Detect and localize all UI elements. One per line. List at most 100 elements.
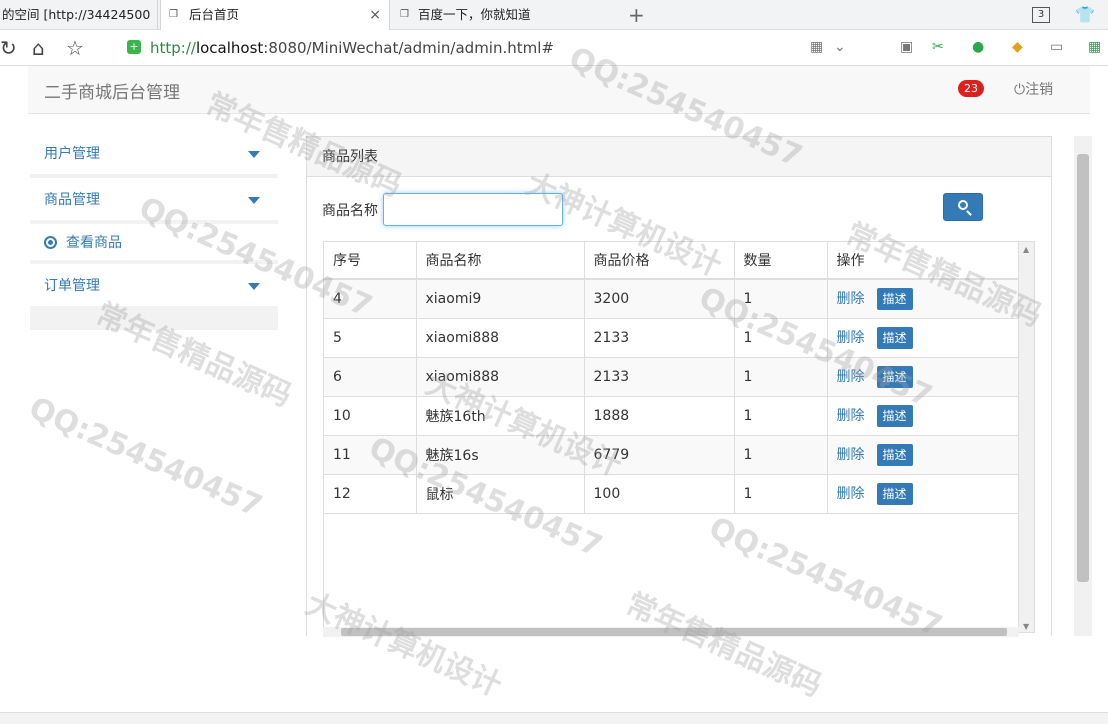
table-row: 10 魅族16th 1888 1 删除 描述 — [324, 396, 1020, 436]
brand-title[interactable]: 二手商城后台管理 — [44, 78, 180, 103]
tab-label: 的空间 [http://34424500 — [2, 7, 151, 22]
cell-qty: 1 — [734, 279, 828, 319]
describe-button[interactable]: 描述 — [876, 326, 913, 349]
table-row: 4 xiaomi9 3200 1 删除 描述 — [324, 279, 1020, 319]
cell-id: 6 — [324, 357, 417, 397]
cell-actions: 删除 描述 — [827, 279, 1020, 319]
cell-price: 2133 — [584, 357, 735, 397]
sidebar-footer — [30, 310, 278, 330]
table-vertical-scrollbar[interactable]: ▲ ▼ — [1018, 242, 1034, 632]
scissors-icon[interactable]: ✂ — [932, 39, 944, 55]
describe-button[interactable]: 描述 — [876, 287, 913, 310]
describe-button[interactable]: 描述 — [876, 404, 913, 427]
search-label: 商品名称 — [322, 203, 378, 219]
delete-link[interactable]: 删除 — [837, 330, 865, 346]
tab-admin-home[interactable]: ❐ 后台首页 × — [160, 0, 390, 30]
column-header[interactable]: 序号 — [324, 242, 417, 280]
page-vertical-scrollbar[interactable] — [1074, 136, 1092, 636]
caret-down-icon — [248, 283, 260, 290]
table-row: 12 鼠标 100 1 删除 描述 — [324, 474, 1020, 514]
tab-qq-space[interactable]: 的空间 [http://34424500 — [0, 0, 158, 30]
goods-name-search-input[interactable] — [383, 193, 563, 226]
cell-id: 4 — [324, 279, 417, 319]
describe-button[interactable]: 描述 — [876, 365, 913, 388]
caret-down-icon — [248, 197, 260, 204]
sidebar-item-goods-management[interactable]: 商品管理 — [30, 178, 278, 224]
url-scheme: http:// — [150, 39, 196, 57]
message-icon[interactable]: ▭ — [1050, 39, 1063, 55]
sidebar-subitem-view-goods[interactable]: 查看商品 — [30, 224, 278, 264]
delete-link[interactable]: 删除 — [837, 447, 865, 463]
star-icon[interactable]: ☆ — [66, 36, 84, 60]
cell-qty: 1 — [734, 474, 828, 514]
sidebar-item-user-management[interactable]: 用户管理 — [30, 132, 278, 178]
describe-button[interactable]: 描述 — [876, 443, 913, 466]
column-header[interactable]: 操作 — [827, 242, 1020, 280]
cell-qty: 1 — [734, 396, 828, 436]
logout-button[interactable]: ⏻注销 — [1014, 79, 1053, 99]
table-header-row: 序号 商品名称 商品价格 数量 操作 — [324, 242, 1020, 280]
notification-badge[interactable]: 23 — [958, 80, 984, 97]
cell-price: 3200 — [584, 279, 735, 319]
apps-icon[interactable]: ▦ — [1088, 39, 1101, 55]
cell-name: xiaomi888 — [416, 357, 585, 397]
sidebar-item-order-management[interactable]: 订单管理 — [30, 264, 278, 310]
scroll-down-icon[interactable]: ▼ — [1023, 622, 1029, 631]
cell-price: 100 — [584, 474, 735, 514]
tab-count[interactable]: 3 — [1032, 7, 1050, 23]
shield-icon[interactable]: ◆ — [1012, 39, 1023, 55]
scroll-thumb[interactable] — [341, 628, 1007, 636]
delete-link[interactable]: 删除 — [837, 408, 865, 424]
home-icon[interactable]: ⌂ — [32, 36, 45, 60]
skin-icon[interactable]: 👕 — [1075, 5, 1095, 24]
sidebar-item-label: 商品管理 — [44, 192, 100, 208]
cell-qty: 1 — [734, 357, 828, 397]
search-button[interactable] — [943, 193, 983, 221]
logout-label: 注销 — [1025, 82, 1054, 98]
delete-link[interactable]: 删除 — [837, 291, 865, 307]
table-horizontal-scrollbar[interactable] — [323, 627, 1019, 637]
translate-icon[interactable]: ● — [972, 39, 984, 55]
sidebar: 用户管理 商品管理 查看商品 订单管理 — [30, 132, 278, 330]
delete-link[interactable]: 删除 — [837, 486, 865, 502]
dropdown-icon[interactable]: ⌄ — [834, 39, 846, 55]
reload-icon[interactable]: ↻ — [0, 36, 17, 60]
cell-name: 鼠标 — [416, 474, 585, 514]
cell-id: 12 — [324, 474, 417, 514]
column-header[interactable]: 商品价格 — [584, 242, 735, 280]
browser-status-bar — [0, 712, 1108, 724]
qr-icon[interactable]: ▦ — [810, 39, 823, 55]
describe-button[interactable]: 描述 — [876, 482, 913, 505]
cell-name: 魅族16s — [416, 435, 585, 475]
watermark: QQ:254540457 — [23, 390, 268, 525]
extension-icon[interactable]: ▣ — [900, 39, 913, 55]
page-icon: ❐ — [400, 9, 409, 20]
tab-baidu[interactable]: ❐ 百度一下，你就知道 — [392, 0, 620, 30]
cell-qty: 1 — [734, 318, 828, 358]
app-header: 二手商城后台管理 23 ⏻注销 — [28, 66, 1090, 114]
goods-list-panel: 商品列表 商品名称 序号 商品名称 商品价格 数量 操作 4 xiaomi9 320… — [306, 136, 1052, 637]
browser-tab-bar: 的空间 [http://34424500 ❐ 后台首页 × ❐ 百度一下，你就知… — [0, 0, 1108, 30]
cell-qty: 1 — [734, 435, 828, 475]
panel-title: 商品列表 — [307, 137, 1051, 177]
goods-table-container: 序号 商品名称 商品价格 数量 操作 4 xiaomi9 3200 1 删除 描述 5 xia… — [323, 241, 1035, 633]
new-tab-button[interactable]: + — [628, 3, 645, 27]
cell-name: xiaomi9 — [416, 279, 585, 319]
caret-down-icon — [248, 151, 260, 158]
cell-actions: 删除 描述 — [827, 474, 1020, 514]
cell-price: 6779 — [584, 435, 735, 475]
close-tab-icon[interactable]: × — [369, 0, 381, 30]
table-row: 11 魅族16s 6779 1 删除 描述 — [324, 435, 1020, 475]
radio-selected-icon — [44, 236, 57, 249]
column-header[interactable]: 数量 — [734, 242, 828, 280]
cell-actions: 删除 描述 — [827, 318, 1020, 358]
url-host: localhost — [195, 39, 264, 57]
scroll-thumb[interactable] — [1077, 154, 1089, 582]
scroll-up-icon[interactable]: ▲ — [1023, 245, 1029, 254]
url-field[interactable]: http://localhost:8080/MiniWechat/admin/a… — [150, 39, 554, 57]
secure-icon: + — [127, 40, 141, 54]
page-icon: ❐ — [169, 9, 178, 20]
column-header[interactable]: 商品名称 — [416, 242, 585, 280]
delete-link[interactable]: 删除 — [837, 369, 865, 385]
cell-id: 5 — [324, 318, 417, 358]
